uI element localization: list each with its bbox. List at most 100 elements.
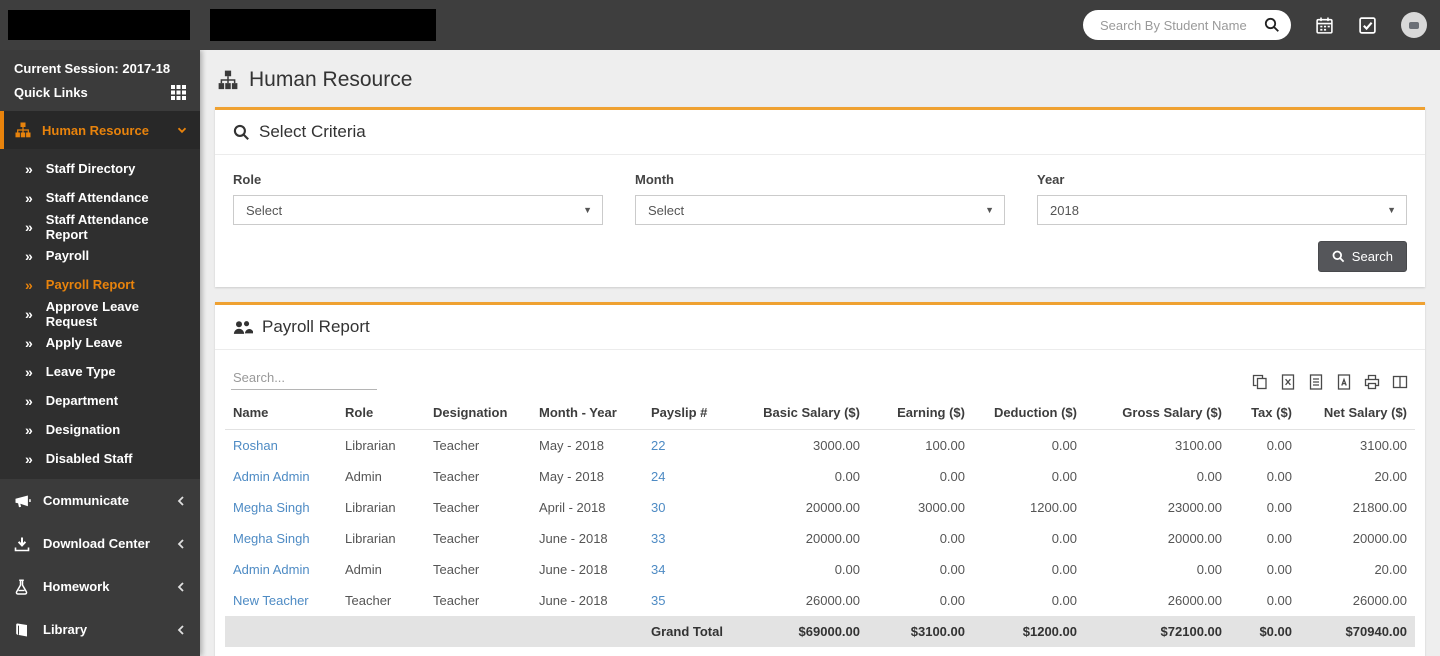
pdf-icon[interactable] [1336,374,1352,390]
chevron-down-icon: ▼ [583,205,592,215]
card-title: Payroll Report [262,317,370,336]
cell-net: 20.00 [1374,469,1407,484]
cell-basic: 20000.00 [805,531,860,546]
sidebar-item-payroll-report[interactable]: » Payroll Report [0,270,200,299]
tasks-icon[interactable] [1358,16,1377,35]
sidebar-item-apply-leave[interactable]: » Apply Leave [0,328,200,357]
cell-basic: 0.00 [834,562,860,577]
human-resource-submenu: » Staff Directory » Staff Attendance » S… [0,149,200,479]
table-search-input[interactable] [231,366,377,390]
table-search[interactable] [231,366,377,390]
month-field: Month Select ▼ [635,172,1005,225]
role-select[interactable]: Select ▼ [233,195,603,225]
month-select-value: Select [648,202,685,218]
export-toolbar [1252,374,1410,390]
cell-gross: 3100.00 [1175,438,1222,453]
double-chevron-icon: » [25,392,33,409]
chevron-left-icon [176,538,186,550]
cell-month-year: May - 2018 [539,438,605,453]
current-session-label: Current Session: 2017-18 [14,61,171,76]
submenu-label: Approve Leave Request [45,298,139,329]
copy-icon[interactable] [1252,374,1268,390]
staff-name-link[interactable]: Megha Singh [233,500,310,515]
staff-name-link[interactable]: Admin Admin [233,469,310,484]
sidebar-item-approve-leave-request[interactable]: » Approve Leave Request [0,298,200,329]
excel-icon[interactable] [1280,374,1296,390]
search-icon[interactable] [1264,17,1280,33]
cell-deduction: 0.00 [1051,562,1077,577]
cell-role: Librarian [345,500,396,515]
payslip-link[interactable]: 30 [651,500,665,515]
staff-name-link[interactable]: New Teacher [233,593,309,608]
sidebar-item-staff-directory[interactable]: » Staff Directory [0,154,200,183]
cell-deduction: 0.00 [1051,531,1077,546]
calendar-icon[interactable] [1315,16,1334,35]
cell-gross: 0.00 [1196,562,1222,577]
payslip-link[interactable]: 22 [651,438,665,453]
grand-total-gross: $72100.00 [1085,616,1230,647]
sidebar-item-homework[interactable]: Homework [0,565,200,608]
cell-month-year: April - 2018 [539,500,606,515]
grid-icon[interactable] [171,85,186,100]
sidebar-item-department[interactable]: » Department [0,386,200,415]
card-title: Select Criteria [259,122,366,141]
cell-month-year: June - 2018 [539,562,608,577]
double-chevron-icon: » [25,218,33,235]
grand-total-label: Grand Total [643,616,738,647]
sidebar-item-designation[interactable]: » Designation [0,415,200,444]
submenu-label: Staff Attendance Report [45,211,149,242]
year-select[interactable]: 2018 ▼ [1037,195,1407,225]
cell-deduction: 1200.00 [1030,500,1077,515]
columns-icon[interactable] [1392,374,1408,390]
student-search-box[interactable] [1083,10,1291,40]
staff-name-link[interactable]: Megha Singh [233,531,310,546]
payslip-link[interactable]: 35 [651,593,665,608]
sidebar-item-library[interactable]: Library [0,608,200,651]
cell-earning: 0.00 [939,562,965,577]
search-button[interactable]: Search [1317,241,1407,272]
search-icon [1332,250,1345,263]
sidebar-item-download-center[interactable]: Download Center [0,522,200,565]
payslip-link[interactable]: 34 [651,562,665,577]
payslip-link[interactable]: 24 [651,469,665,484]
double-chevron-icon: » [25,160,33,177]
print-icon[interactable] [1364,374,1380,390]
table-row: Admin Admin Admin Teacher May - 2018 24 … [225,461,1415,492]
staff-name-link[interactable]: Admin Admin [233,562,310,577]
sidebar-item-communicate[interactable]: Communicate [0,479,200,522]
cell-tax: 0.00 [1266,500,1292,515]
sidebar-item-leave-type[interactable]: » Leave Type [0,357,200,386]
sidebar-item-human-resource[interactable]: Human Resource [0,111,200,149]
grand-total-deduction: $1200.00 [973,616,1085,647]
quick-links[interactable]: Quick Links [0,76,200,111]
cell-designation: Teacher [433,562,480,577]
cell-deduction: 0.00 [1051,469,1077,484]
payslip-link[interactable]: 33 [651,531,665,546]
table-row: Megha Singh Librarian Teacher April - 20… [225,492,1415,523]
col-gross-salary: Gross Salary ($) [1085,396,1230,430]
month-select[interactable]: Select ▼ [635,195,1005,225]
student-search-input[interactable] [1098,16,1264,34]
table-row: New Teacher Teacher Teacher June - 2018 … [225,585,1415,616]
sidebar-item-disabled-staff[interactable]: » Disabled Staff [0,444,200,473]
user-avatar[interactable] [1401,12,1427,38]
cell-tax: 0.00 [1266,531,1292,546]
sidebar-item-payroll[interactable]: » Payroll [0,241,200,270]
csv-icon[interactable] [1308,374,1324,390]
cell-deduction: 0.00 [1051,593,1077,608]
chevron-down-icon: ▼ [985,205,994,215]
grand-total-row: Grand Total $69000.00 $3100.00 $1200.00 … [225,616,1415,647]
sidebar-item-staff-attendance-report[interactable]: » Staff Attendance Report [0,211,200,242]
cell-designation: Teacher [433,469,480,484]
role-select-value: Select [246,202,283,218]
search-button-label: Search [1351,249,1393,264]
submenu-label: Staff Attendance [45,190,149,205]
sidebar-item-staff-attendance[interactable]: » Staff Attendance [0,183,200,212]
staff-name-link[interactable]: Roshan [233,438,278,453]
cell-net: 20.00 [1374,562,1407,577]
megaphone-icon [14,493,31,509]
role-label: Role [233,172,262,187]
cell-basic: 26000.00 [805,593,860,608]
cell-role: Admin [345,562,382,577]
book-icon [14,622,31,638]
